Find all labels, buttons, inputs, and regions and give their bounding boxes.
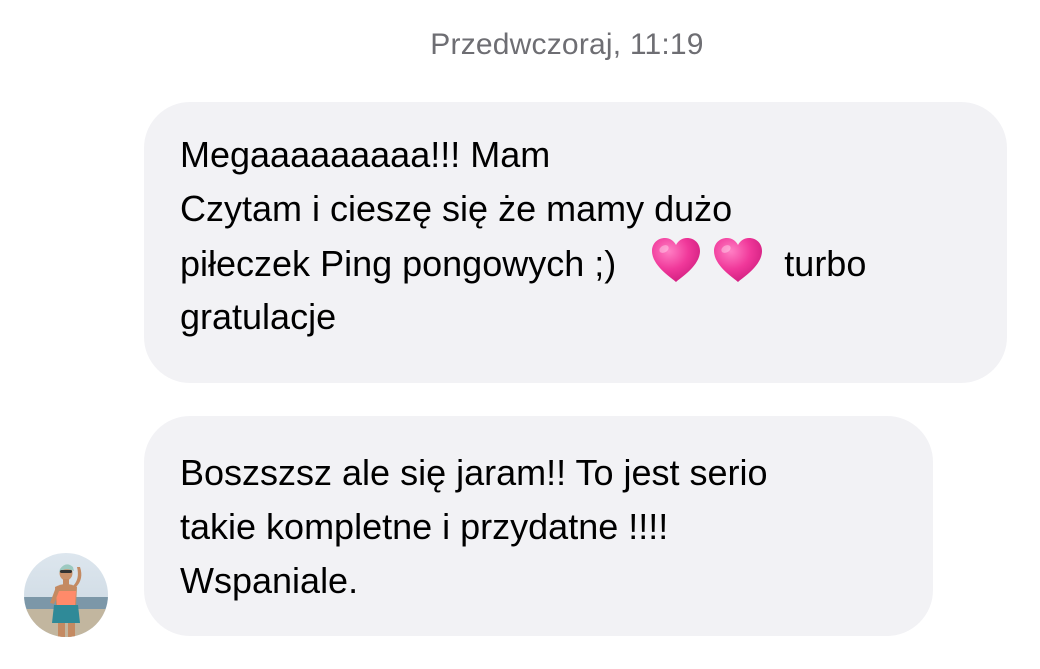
message-text-line: takie kompletne i przydatne !!!! (180, 506, 669, 547)
message-text: piłeczek Ping pongowych ;) (180, 243, 617, 284)
avatar-photo (24, 553, 108, 637)
message-timestamp: Przedwczoraj, 11:19 (430, 28, 704, 61)
message-text-line: Czytam i cieszę się że mamy dużo (180, 188, 733, 229)
message-text-line: Wspaniale. (180, 560, 359, 601)
message-text-line: Boszszsz ale się jaram!! To jest serio (180, 452, 768, 493)
pink-heart-icon (714, 238, 763, 282)
message-text-line: piłeczek Ping pongowych ;) turbo (180, 236, 866, 291)
message-text: turbo (784, 243, 867, 284)
pink-heart-icon (652, 238, 701, 282)
message-text-line: Megaaaaaaaaa!!! Mam (180, 134, 551, 175)
message-text-line: gratulacje (180, 296, 337, 337)
avatar[interactable] (24, 553, 108, 637)
message-bubble[interactable]: Megaaaaaaaaa!!! Mam Czytam i cieszę się … (144, 102, 1007, 383)
message-bubble[interactable]: Boszszsz ale się jaram!! To jest serio t… (144, 416, 933, 636)
